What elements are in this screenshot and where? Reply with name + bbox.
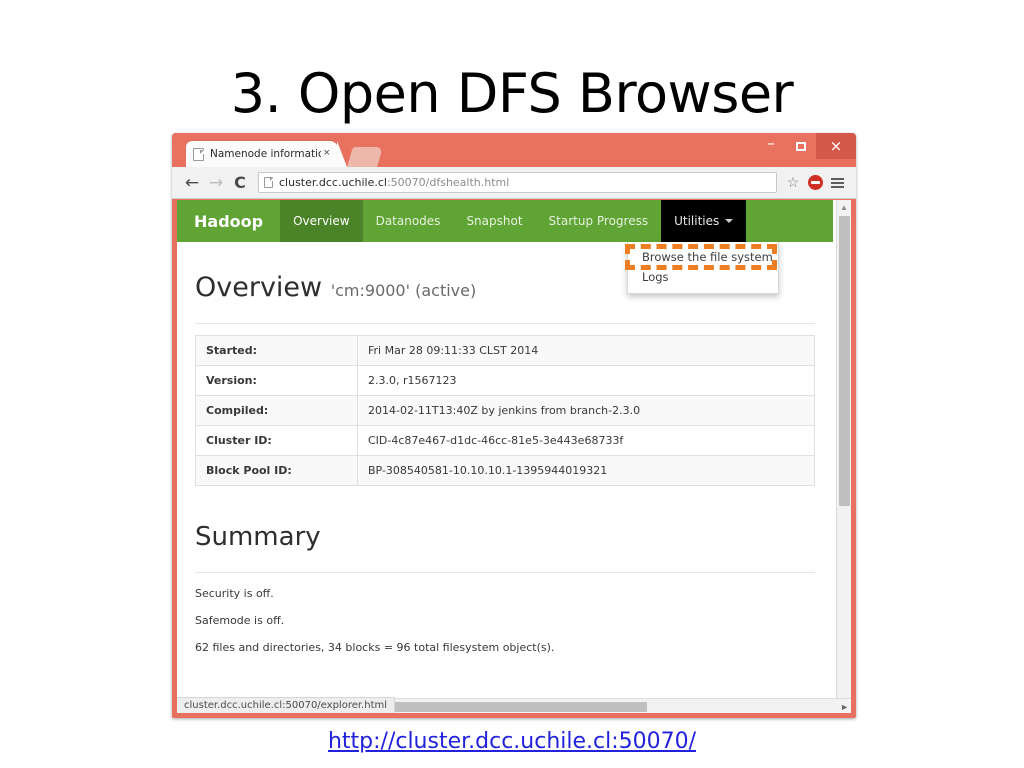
summary-line: Security is off.	[195, 587, 274, 600]
menu-hamburger-icon[interactable]	[826, 171, 848, 195]
page-info-icon	[264, 177, 273, 188]
page-viewport: Hadoop Overview Datanodes Snapshot Start…	[177, 200, 851, 710]
hadoop-brand[interactable]: Hadoop	[177, 200, 280, 242]
summary-heading: Summary	[195, 522, 321, 552]
nav-item-snapshot[interactable]: Snapshot	[453, 200, 535, 242]
nav-item-utilities-label: Utilities	[674, 214, 720, 228]
forward-button[interactable]: →	[204, 171, 228, 195]
scroll-right-icon[interactable]: ►	[840, 699, 849, 714]
page-content: Overview 'cm:9000' (active) Started: Fri…	[177, 242, 833, 654]
tab-strip: Namenode information ×	[172, 141, 856, 167]
table-row: Cluster ID: CID-4c87e467-d1dc-46cc-81e5-…	[195, 425, 815, 456]
new-tab-button[interactable]	[347, 147, 383, 167]
summary-line: 62 files and directories, 34 blocks = 96…	[195, 641, 555, 654]
row-value: 2014-02-11T13:40Z by jenkins from branch…	[357, 395, 815, 426]
row-key: Started:	[195, 335, 358, 366]
slide-url-link[interactable]: http://cluster.dcc.uchile.cl:50070/	[0, 729, 1024, 754]
summary-line: Safemode is off.	[195, 614, 285, 627]
table-row: Block Pool ID: BP-308540581-10.10.10.1-1…	[195, 455, 815, 486]
address-bar-text: cluster.dcc.uchile.cl:50070/dfshealth.ht…	[279, 176, 509, 189]
vertical-scrollbar-thumb[interactable]	[839, 216, 850, 506]
vertical-scrollbar[interactable]: ▲ ▼	[836, 200, 851, 710]
nav-item-datanodes[interactable]: Datanodes	[363, 200, 454, 242]
back-button[interactable]: ←	[180, 171, 204, 195]
row-key: Cluster ID:	[195, 425, 358, 456]
annotation-highlight-box	[625, 244, 777, 270]
overview-table: Started: Fri Mar 28 09:11:33 CLST 2014 V…	[195, 335, 815, 486]
chevron-down-icon	[725, 219, 734, 223]
row-value: BP-308540581-10.10.10.1-1395944019321	[357, 455, 815, 486]
browser-toolbar: ← → C cluster.dcc.uchile.cl:50070/dfshea…	[172, 167, 856, 199]
browser-tab[interactable]: Namenode information ×	[186, 141, 347, 167]
page-title: 3. Open DFS Browser	[230, 62, 794, 125]
reload-button[interactable]: C	[228, 171, 252, 195]
extension-icon[interactable]	[804, 171, 826, 195]
row-key: Version:	[195, 365, 358, 396]
tab-close-icon[interactable]: ×	[321, 147, 333, 161]
row-key: Block Pool ID:	[195, 455, 358, 486]
divider	[195, 323, 815, 324]
tab-title: Namenode information	[210, 148, 321, 160]
address-path: :50070/dfshealth.html	[386, 176, 510, 189]
nav-item-overview[interactable]: Overview	[280, 200, 363, 242]
row-value: Fri Mar 28 09:11:33 CLST 2014	[357, 335, 815, 366]
divider	[195, 572, 815, 573]
page-favicon-icon	[193, 147, 204, 161]
address-host: cluster.dcc.uchile.cl	[279, 176, 387, 189]
address-bar[interactable]: cluster.dcc.uchile.cl:50070/dfshealth.ht…	[258, 172, 777, 193]
bookmark-star-icon[interactable]: ☆	[782, 171, 804, 195]
row-key: Compiled:	[195, 395, 358, 426]
table-row: Compiled: 2014-02-11T13:40Z by jenkins f…	[195, 395, 815, 426]
row-value: 2.3.0, r1567123	[357, 365, 815, 396]
nav-item-utilities[interactable]: Utilities	[661, 200, 747, 242]
nav-item-startup-progress[interactable]: Startup Progress	[536, 200, 662, 242]
hadoop-navbar: Hadoop Overview Datanodes Snapshot Start…	[177, 200, 833, 242]
browser-window: – × Namenode information × ← → C cluster…	[172, 133, 856, 718]
dropdown-item-logs[interactable]: Logs	[628, 267, 778, 287]
overview-heading-text: Overview	[195, 272, 323, 303]
overview-subheading: 'cm:9000' (active)	[330, 281, 477, 300]
scroll-up-icon[interactable]: ▲	[837, 200, 851, 215]
row-value: CID-4c87e467-d1dc-46cc-81e5-3e443e68733f	[357, 425, 815, 456]
table-row: Started: Fri Mar 28 09:11:33 CLST 2014	[195, 335, 815, 366]
status-bubble: cluster.dcc.uchile.cl:50070/explorer.htm…	[177, 697, 396, 713]
table-row: Version: 2.3.0, r1567123	[195, 365, 815, 396]
